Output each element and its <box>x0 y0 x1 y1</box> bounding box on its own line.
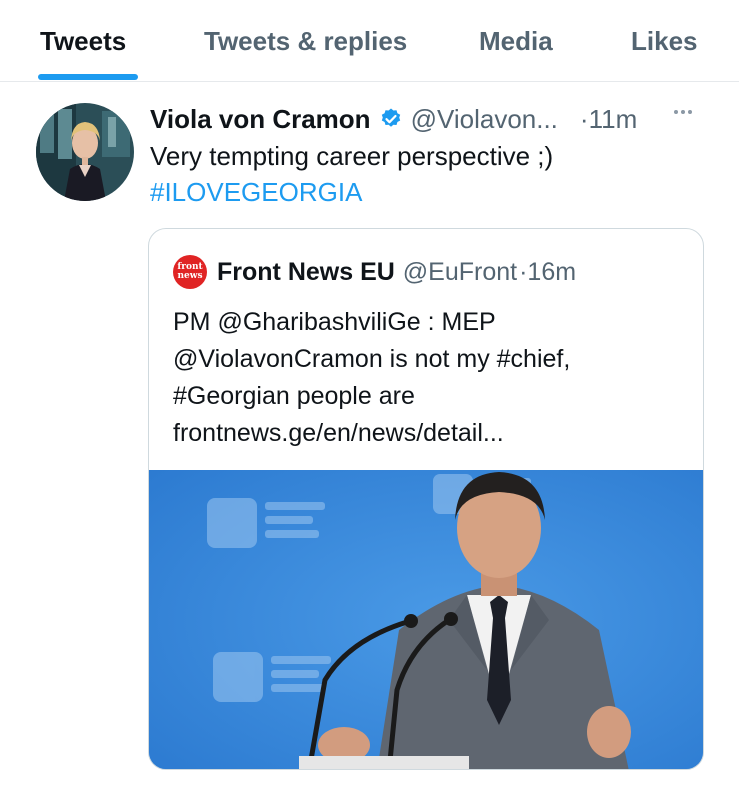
quoted-author-name[interactable]: Front News EU <box>217 258 395 287</box>
tab-media[interactable]: Media <box>479 26 553 57</box>
author-name[interactable]: Viola von Cramon <box>150 104 371 135</box>
quoted-tweet-header: front news Front News EU @EuFront ·16m <box>173 253 576 291</box>
quoted-text-line: @ViolavonCramon is not my #chief, <box>173 345 571 373</box>
tab-tweets[interactable]: Tweets <box>40 26 126 57</box>
quoted-text-line: #Georgian people are <box>173 382 415 410</box>
avatar[interactable] <box>36 103 134 201</box>
tab-tweets-and-replies[interactable]: Tweets & replies <box>204 26 407 57</box>
tab-likes[interactable]: Likes <box>631 26 698 57</box>
avatar-photo <box>36 103 134 201</box>
quoted-author-handle[interactable]: @EuFront <box>403 258 517 287</box>
verified-badge-icon <box>379 107 403 131</box>
press-conference-photo <box>149 470 703 769</box>
front-news-logo[interactable]: front news <box>173 255 207 289</box>
author-handle[interactable]: @Violavon... <box>411 104 558 135</box>
logo-text-news: news <box>177 271 203 281</box>
tweet-header: Viola von Cramon @Violavon... ·11m <box>150 101 637 137</box>
more-horizontal-icon[interactable] <box>674 106 692 118</box>
profile-tabs: Tweets Tweets & replies Media Likes <box>0 0 739 82</box>
quoted-text-line: PM @GharibashviliGe : MEP <box>173 308 496 336</box>
tweet-hashtag[interactable]: #ILOVEGEORGIA <box>150 177 362 208</box>
tweet-text: Very tempting career perspective ;) <box>150 141 554 171</box>
quoted-timestamp[interactable]: ·16m <box>519 258 576 287</box>
quoted-media-image[interactable] <box>149 470 703 769</box>
active-tab-indicator <box>38 74 138 80</box>
quoted-tweet[interactable]: front news Front News EU @EuFront ·16m P… <box>148 228 704 770</box>
tweet-timestamp[interactable]: ·11m <box>580 104 637 135</box>
quoted-link[interactable]: frontnews.ge/en/news/detail... <box>173 419 504 448</box>
